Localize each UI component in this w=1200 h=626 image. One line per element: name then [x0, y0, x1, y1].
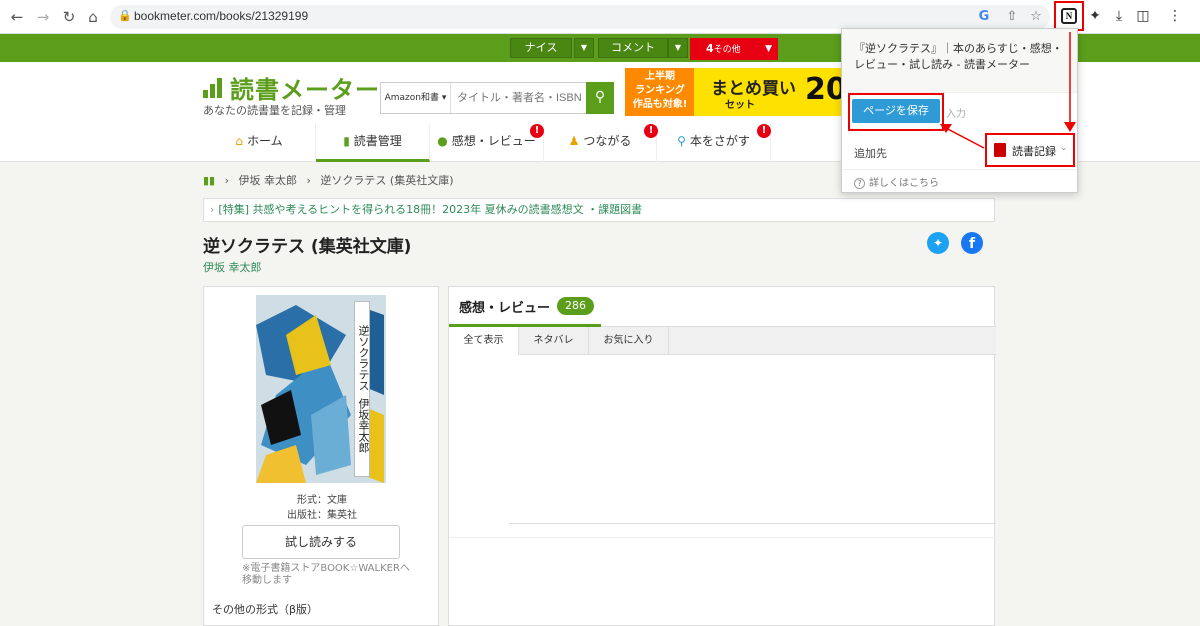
reviews-header: 感想・レビュー 286: [449, 287, 996, 327]
page-title: 逆ソクラテス (集英社文庫): [203, 237, 412, 257]
breadcrumb: ▮▮ › 伊坂 幸太郎 › 逆ソクラテス (集英社文庫): [203, 174, 454, 187]
search-box: Amazon和書 ▾: [380, 82, 612, 114]
reviews-title: 感想・レビュー: [459, 301, 551, 316]
home-icon[interactable]: ⌂: [84, 8, 102, 26]
notion-clipper-popup: 『逆ソクラテス』｜本のあらすじ・感想・レビュー・試し読み - 読書メーター ペー…: [841, 28, 1078, 193]
banner-set-text: セット: [725, 100, 755, 111]
help-icon: ?: [854, 178, 865, 189]
nice-button[interactable]: ナイス: [510, 38, 572, 58]
magnifier-icon: ⚲: [677, 134, 686, 148]
trial-read-button[interactable]: 試し読みする: [242, 525, 400, 559]
facebook-icon[interactable]: f: [961, 232, 983, 254]
notion-extension-highlight: N: [1054, 1, 1084, 31]
book-icon: ▮: [343, 134, 350, 148]
tab-find-books[interactable]: ⚲ 本をさがす!: [657, 124, 771, 162]
author-link[interactable]: 伊坂 幸太郎: [203, 259, 262, 275]
site-logo[interactable]: 読書メーター: [230, 70, 380, 105]
book-format: 形式：文庫: [297, 495, 347, 506]
breadcrumb-author[interactable]: 伊坂 幸太郎: [239, 174, 298, 187]
tab-favorites[interactable]: お気に入り: [589, 327, 669, 355]
others-caret-icon: ▼: [765, 44, 772, 54]
tab-all[interactable]: 全て表示: [449, 327, 519, 355]
tab-reviews[interactable]: ● 感想・レビュー!: [430, 124, 544, 162]
notion-extension-icon[interactable]: N: [1061, 8, 1077, 24]
breadcrumb-home-icon[interactable]: ▮▮: [203, 174, 215, 187]
red-book-icon: [994, 143, 1006, 157]
nice-dropdown-icon[interactable]: ▼: [574, 38, 594, 58]
url-text: bookmeter.com/books/21329199: [134, 9, 309, 23]
divider: [509, 523, 996, 524]
house-icon: ⌂: [235, 134, 243, 148]
save-page-button[interactable]: ページを保存: [852, 99, 940, 123]
extensions-puzzle-icon[interactable]: ✦: [1085, 6, 1105, 26]
comment-dropdown-icon[interactable]: ▼: [668, 38, 688, 58]
reviews-panel: 感想・レビュー 286 全て表示 ネタバレ お気に入り: [448, 286, 996, 626]
site-tagline: あなたの読書量を記録・管理: [203, 104, 346, 117]
ebook-store-note: ※電子書籍ストアBOOK☆WALKERへ移動します: [242, 563, 410, 586]
feature-chevron-icon: ›: [210, 203, 215, 216]
alert-badge: !: [757, 124, 771, 138]
campaign-banner[interactable]: 上半期 ランキング 作品も対象! まとめ買い セット 20: [625, 68, 855, 116]
reviews-filter-tabs: 全て表示 ネタバレ お気に入り: [449, 327, 996, 355]
search-input[interactable]: [457, 90, 587, 106]
destination-label: 追加先: [854, 147, 887, 160]
tab-book-management[interactable]: ▮ 読書管理: [316, 124, 430, 162]
menu-icon[interactable]: ⋮: [1165, 6, 1185, 26]
book-cover[interactable]: 逆ソクラテス 伊坂幸太郎: [256, 295, 386, 483]
comment-button[interactable]: コメント: [598, 38, 668, 58]
chevron-down-icon[interactable]: ⌄: [1060, 143, 1068, 153]
download-icon[interactable]: ⤓: [1109, 6, 1129, 26]
cover-spine: 逆ソクラテス 伊坂幸太郎: [354, 301, 370, 477]
book-publisher: 出版社：集英社: [287, 510, 357, 521]
input-label: 入力: [946, 109, 966, 120]
other-formats-heading: その他の形式（β版）: [212, 603, 319, 616]
tab-home[interactable]: ⌂ ホーム: [203, 124, 316, 162]
breadcrumb-book: 逆ソクラテス (集英社文庫): [320, 174, 454, 187]
google-icon[interactable]: G: [976, 9, 992, 25]
destination-select[interactable]: 読書記録: [1012, 143, 1056, 159]
back-icon[interactable]: ←: [8, 8, 26, 26]
search-category-select[interactable]: Amazon和書 ▾: [381, 83, 451, 113]
clip-page-title[interactable]: 『逆ソクラテス』｜本のあらすじ・感想・レビュー・試し読み - 読書メーター: [842, 29, 1077, 93]
others-label: その他: [713, 45, 741, 55]
side-panel-icon[interactable]: ◫: [1133, 6, 1153, 26]
share-icon[interactable]: ⇧: [1004, 9, 1020, 25]
main-nav: ⌂ ホーム ▮ 読書管理 ● 感想・レビュー! ♟ つながる! ⚲ 本をさがす!: [203, 124, 843, 162]
alert-badge: !: [530, 124, 544, 138]
search-icon: ⚲: [594, 89, 606, 105]
people-icon: ♟: [568, 134, 580, 148]
chat-icon: ●: [437, 134, 448, 148]
tab-spoiler[interactable]: ネタバレ: [519, 327, 589, 355]
twitter-icon[interactable]: ✦: [927, 232, 949, 254]
divider: [842, 169, 1077, 170]
others-button[interactable]: 4その他 ▼: [690, 38, 778, 60]
divider: [449, 537, 996, 538]
others-count: 4: [706, 42, 714, 55]
tab-connect[interactable]: ♟ つながる!: [544, 124, 658, 162]
reviews-count-badge: 286: [557, 297, 594, 315]
forward-icon[interactable]: →: [34, 8, 52, 26]
banner-left-text: 上半期 ランキング 作品も対象!: [632, 71, 688, 110]
star-icon[interactable]: ☆: [1028, 9, 1044, 25]
help-link[interactable]: ? 詳しくはこちら: [854, 174, 939, 189]
feature-link[interactable]: › [特集] 共感や考えるヒントを得られる18冊！2023年 夏休みの読書感想文 …: [203, 198, 995, 222]
lock-icon: 🔒: [118, 9, 132, 22]
address-bar[interactable]: 🔒 bookmeter.com/books/21329199 G ⇧ ☆: [110, 5, 1050, 29]
search-button[interactable]: ⚲: [586, 82, 614, 114]
book-info-panel: 逆ソクラテス 伊坂幸太郎 形式：文庫 出版社：集英社 試し読みする ※電子書籍ス…: [203, 286, 439, 626]
reload-icon[interactable]: ↻: [60, 8, 78, 26]
alert-badge: !: [644, 124, 658, 138]
